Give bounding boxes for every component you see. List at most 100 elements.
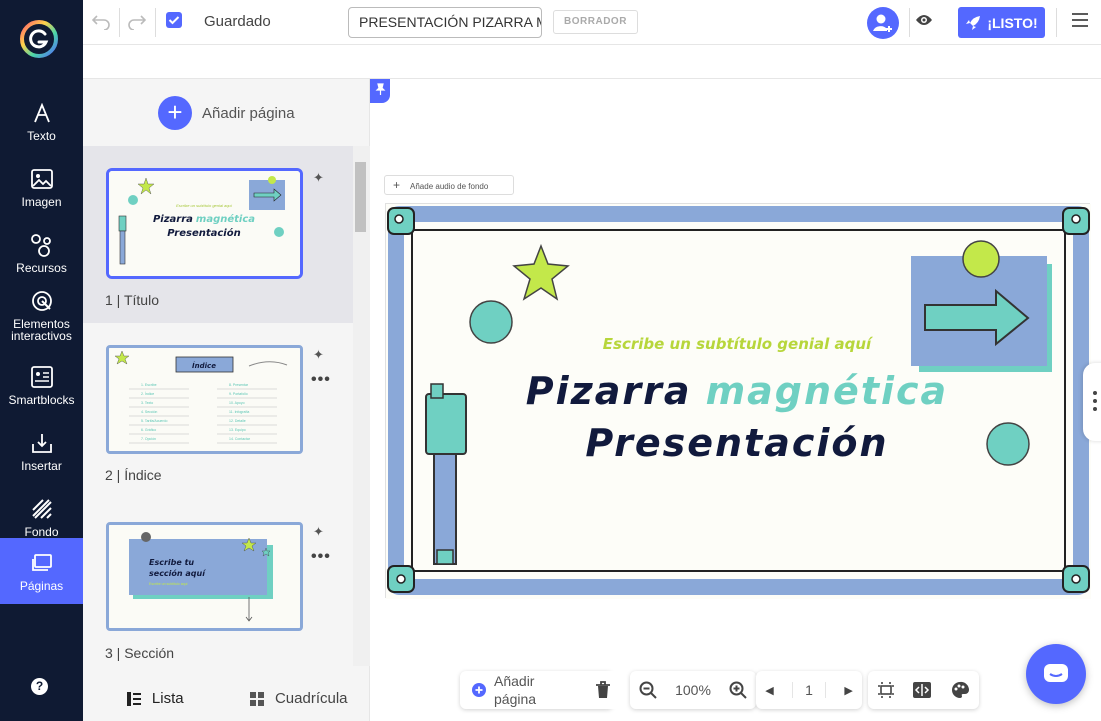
view-list-label: Lista bbox=[151, 690, 184, 707]
hamburger-menu-button[interactable] bbox=[1071, 12, 1091, 32]
magic-wand-icon[interactable]: ✦ bbox=[313, 524, 324, 540]
sidebar-item-label: Páginas bbox=[19, 579, 64, 593]
plus-circle-icon bbox=[472, 683, 486, 697]
thumb-section-sub: Escribe un subtítulo aquí bbox=[149, 582, 188, 586]
list-view-icon bbox=[126, 691, 141, 706]
view-grid-label: Cuadrícula bbox=[274, 690, 348, 707]
sidebar-item-insertar[interactable]: Insertar bbox=[0, 418, 83, 484]
view-list-button[interactable]: Lista bbox=[83, 690, 227, 707]
pin-icon[interactable] bbox=[370, 79, 390, 103]
thumb-section-title-2: sección aquí bbox=[149, 568, 206, 578]
sidebar-item-label: Insertar bbox=[21, 459, 62, 473]
delete-page-button[interactable] bbox=[584, 671, 622, 709]
secondary-toolbar bbox=[83, 45, 1101, 79]
page-thumbnail-item[interactable]: Escribe un subtítulo genial aquí Pizarra… bbox=[83, 146, 353, 323]
page-label: 1 | Título bbox=[105, 292, 159, 308]
genially-logo-icon[interactable] bbox=[20, 20, 58, 58]
pages-panel: + Añadir página Escribe un subtítulo gen… bbox=[83, 79, 370, 721]
side-panel-handle[interactable] bbox=[1083, 363, 1101, 441]
page-label: 3 | Sección bbox=[105, 645, 175, 661]
page-thumbnail-item[interactable]: Escribe tu sección aquí Escribe un subtí… bbox=[83, 500, 353, 666]
undo-button[interactable] bbox=[91, 10, 111, 34]
page-label: 2 | Índice bbox=[105, 467, 162, 483]
grid-view-icon bbox=[249, 691, 264, 706]
help-button[interactable]: ? bbox=[31, 678, 48, 695]
svg-text:Pizarramagnética: Pizarra magnética bbox=[526, 369, 948, 413]
page-thumbnail[interactable]: Escribe tu sección aquí Escribe un subtí… bbox=[106, 522, 303, 631]
smartblocks-icon bbox=[29, 364, 55, 390]
background-icon bbox=[29, 496, 55, 522]
plus-icon: + bbox=[393, 178, 401, 192]
sidebar-item-texto[interactable]: Texto bbox=[0, 88, 83, 154]
thumb-title-c: Presentación bbox=[167, 227, 240, 239]
draft-badge: BORRADOR bbox=[553, 10, 638, 34]
previous-page-icon[interactable]: ◀ bbox=[765, 684, 773, 697]
pages-icon bbox=[29, 550, 55, 576]
fit-screen-icon[interactable] bbox=[877, 681, 895, 699]
menu-icon bbox=[1072, 13, 1088, 27]
marker-body bbox=[433, 453, 457, 565]
thumb-subtitle: Escribe un subtítulo genial aquí bbox=[176, 203, 233, 208]
sidebar-item-recursos[interactable]: Recursos bbox=[0, 220, 83, 286]
page-thumbnail[interactable]: Índice 1. Escribe 2. Índice 3. Texto 4. Sec… bbox=[106, 345, 303, 454]
index-entry: 4. Sección bbox=[141, 410, 157, 414]
slide-canvas[interactable]: Escribe un subtítulo genial aquí Pizarra… bbox=[385, 203, 1091, 599]
sidebar-item-paginas[interactable]: Páginas bbox=[0, 538, 83, 604]
add-page-label: Añadir página bbox=[202, 104, 295, 122]
index-entry: 13. Equipo bbox=[229, 428, 246, 432]
index-entry: 14. Contactar bbox=[229, 437, 251, 441]
sidebar-item-label: Fondo bbox=[24, 525, 59, 539]
scrollbar-thumb[interactable] bbox=[355, 162, 366, 232]
magnet-lime bbox=[962, 240, 1000, 278]
more-options-icon[interactable]: ••• bbox=[311, 548, 331, 566]
top-toolbar: Guardado PRESENTACIÓN PIZARRA M BORRADOR… bbox=[83, 0, 1101, 45]
zoom-level: 100% bbox=[675, 682, 711, 698]
canvas-area: + Añade audio de fondo Escribe un subtít… bbox=[370, 79, 1101, 721]
trash-icon bbox=[596, 681, 610, 698]
magic-wand-icon[interactable]: ✦ bbox=[313, 170, 324, 186]
page-thumbnail[interactable]: Escribe un subtítulo genial aquí Pizarra… bbox=[106, 168, 303, 279]
zoom-out-icon[interactable] bbox=[639, 681, 657, 699]
sidebar-item-label: Recursos bbox=[16, 261, 67, 275]
saved-check-icon bbox=[166, 12, 182, 28]
add-page-button[interactable]: + Añadir página bbox=[158, 96, 295, 130]
add-collaborator-button[interactable] bbox=[867, 7, 899, 39]
more-options-icon[interactable]: ••• bbox=[311, 371, 331, 389]
index-entry: 9. Portafolio bbox=[229, 392, 248, 396]
compare-icon[interactable] bbox=[912, 681, 932, 699]
zoom-controls: 100% bbox=[630, 671, 756, 709]
image-icon bbox=[29, 166, 55, 192]
thumb-title-a: Pizarra bbox=[153, 214, 193, 225]
pages-scrollbar[interactable] bbox=[353, 146, 370, 666]
next-page-icon[interactable]: ▶ bbox=[844, 684, 852, 697]
magnet-teal bbox=[469, 300, 513, 344]
sidebar-item-smartblocks[interactable]: Smartblocks bbox=[0, 352, 83, 418]
redo-icon bbox=[128, 15, 146, 30]
page-thumbnail-item[interactable]: Índice 1. Escribe 2. Índice 3. Texto 4. Sec… bbox=[83, 323, 353, 500]
chat-support-button[interactable] bbox=[1026, 644, 1086, 704]
ready-label: ¡LISTO! bbox=[987, 14, 1038, 31]
index-entry: 7. Opción bbox=[141, 437, 156, 441]
index-entry: 5. Tarifa/Acuerdo bbox=[141, 419, 167, 423]
sidebar-item-label: Imagen bbox=[21, 195, 62, 209]
page-navigation: ◀ 1 ▶ bbox=[756, 671, 862, 709]
index-entry: 8. Presentar bbox=[229, 383, 249, 387]
zoom-in-icon[interactable] bbox=[729, 681, 747, 699]
preview-button[interactable] bbox=[915, 13, 943, 33]
ready-button[interactable]: ¡LISTO! bbox=[958, 7, 1045, 38]
magnet-teal bbox=[986, 422, 1030, 466]
interactive-icon bbox=[29, 288, 55, 314]
project-title-input[interactable]: PRESENTACIÓN PIZARRA M bbox=[348, 7, 542, 38]
index-entry: 1. Escribe bbox=[141, 383, 157, 387]
sidebar-item-imagen[interactable]: Imagen bbox=[0, 154, 83, 220]
palette-icon[interactable] bbox=[950, 681, 970, 699]
view-grid-button[interactable]: Cuadrícula bbox=[227, 690, 371, 707]
slide-title-word2: magnética bbox=[706, 369, 949, 413]
page-number: 1 bbox=[792, 682, 826, 698]
audio-label: Añade audio de fondo bbox=[410, 182, 489, 191]
sidebar-item-label: Texto bbox=[27, 129, 56, 143]
sidebar-item-elementos-interactivos[interactable]: Elementos interactivos bbox=[0, 280, 83, 350]
magic-wand-icon[interactable]: ✦ bbox=[313, 347, 324, 363]
redo-button[interactable] bbox=[127, 10, 147, 34]
add-background-audio-button[interactable]: + Añade audio de fondo bbox=[384, 175, 514, 195]
